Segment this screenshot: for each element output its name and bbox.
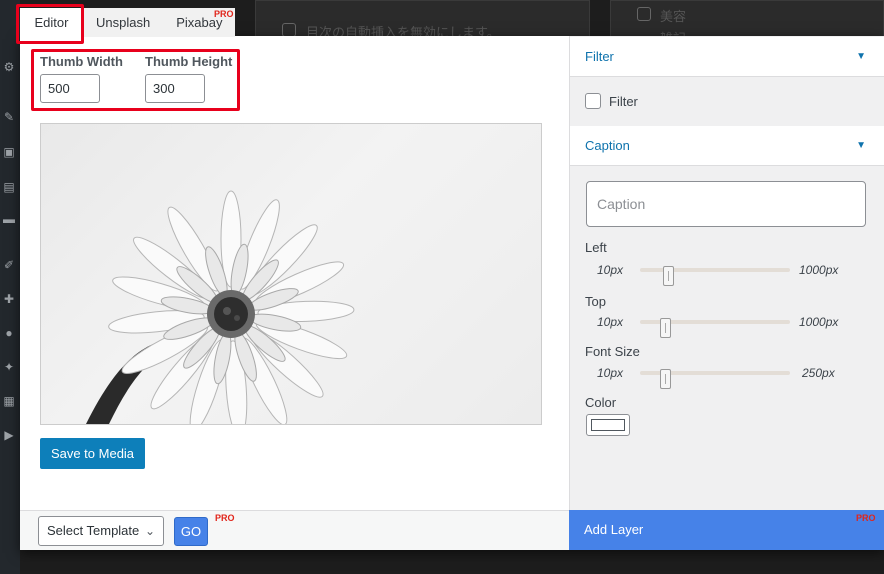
color-picker[interactable] (586, 414, 630, 436)
thumb-width-group: Thumb Width (40, 54, 123, 103)
tab-editor[interactable]: Editor (20, 8, 83, 37)
top-label: Top (585, 294, 606, 309)
color-swatch-fill (591, 419, 625, 431)
thumb-height-label: Thumb Height (145, 54, 233, 69)
caption-input[interactable] (586, 181, 866, 227)
top-max: 1000px (799, 315, 839, 329)
caption-accordion-header[interactable]: Caption ▼ (570, 126, 884, 166)
thumb-width-label: Thumb Width (40, 54, 123, 69)
pro-badge: PRO (213, 9, 234, 19)
filter-accordion-header[interactable]: Filter ▼ (570, 37, 884, 77)
top-slider-thumb[interactable] (660, 318, 671, 338)
top-slider-row: 10px 1000px (585, 314, 875, 338)
top-min: 10px (597, 315, 624, 329)
background-category-box (610, 0, 884, 37)
appearance-icon[interactable]: ✐ (2, 258, 16, 272)
background-category-checkbox (637, 7, 651, 21)
left-min: 10px (597, 263, 624, 277)
pages-icon[interactable]: ▤ (2, 180, 16, 194)
font-size-slider-thumb[interactable] (660, 369, 671, 389)
font-size-min: 10px (597, 366, 624, 380)
thumb-width-input[interactable] (40, 74, 100, 103)
background-category-label: 美容 (660, 10, 687, 25)
pro-badge: PRO (856, 513, 876, 523)
left-slider-track[interactable] (640, 266, 790, 286)
save-to-media-button[interactable]: Save to Media (40, 438, 145, 469)
pro-badge: PRO (215, 513, 235, 523)
filter-checkbox-label: Filter (609, 93, 638, 109)
users-icon[interactable]: ● (2, 326, 16, 340)
left-label: Left (585, 240, 607, 255)
font-size-max: 250px (802, 366, 835, 380)
go-button[interactable]: GO (174, 517, 208, 546)
settings-icon[interactable]: ⚙ (2, 60, 16, 74)
left-max: 1000px (799, 263, 839, 277)
thumb-height-input[interactable] (145, 74, 205, 103)
font-size-slider-row: 10px 250px (585, 365, 875, 389)
wp-admin-sidebar: ⚙ ✎ ▣ ▤ ▬ ✐ ✚ ● ✦ ▦ ▶ (0, 0, 20, 574)
left-slider-thumb[interactable] (663, 266, 674, 286)
image-canvas[interactable] (40, 123, 542, 425)
filter-checkbox[interactable] (585, 93, 601, 109)
template-select[interactable]: Select Template ⌄ (38, 516, 164, 546)
background-checkbox (282, 23, 296, 37)
chevron-down-icon: ⌄ (144, 524, 155, 538)
tools-icon[interactable]: ✦ (2, 360, 16, 374)
color-label: Color (585, 395, 617, 410)
top-slider-track[interactable] (640, 318, 790, 338)
add-layer-button[interactable]: Add Layer (569, 510, 884, 550)
tab-unsplash[interactable]: Unsplash (83, 8, 164, 37)
template-select-value: Select Template (47, 523, 140, 538)
triangle-down-icon: ▼ (856, 140, 866, 151)
settings-grid-icon[interactable]: ▦ (2, 394, 16, 408)
media-icon[interactable]: ▣ (2, 145, 16, 159)
filter-title: Filter (585, 49, 614, 64)
comments-icon[interactable]: ▬ (2, 212, 16, 226)
font-size-label: Font Size (585, 344, 640, 359)
tab-bar: Editor Unsplash Pixabay PRO (20, 8, 236, 37)
left-slider-row: 10px 1000px (585, 262, 875, 286)
play-icon[interactable]: ▶ (2, 428, 16, 442)
plugins-icon[interactable]: ✚ (2, 292, 16, 306)
triangle-down-icon: ▼ (856, 51, 866, 62)
pin-icon[interactable]: ✎ (2, 110, 16, 124)
tab-pixabay[interactable]: Pixabay PRO (163, 8, 236, 37)
thumb-height-group: Thumb Height (145, 54, 232, 103)
font-size-slider-track[interactable] (640, 369, 790, 389)
filter-option: Filter (585, 93, 638, 109)
caption-title: Caption (585, 138, 630, 153)
flower-photo-icon (86, 190, 355, 424)
